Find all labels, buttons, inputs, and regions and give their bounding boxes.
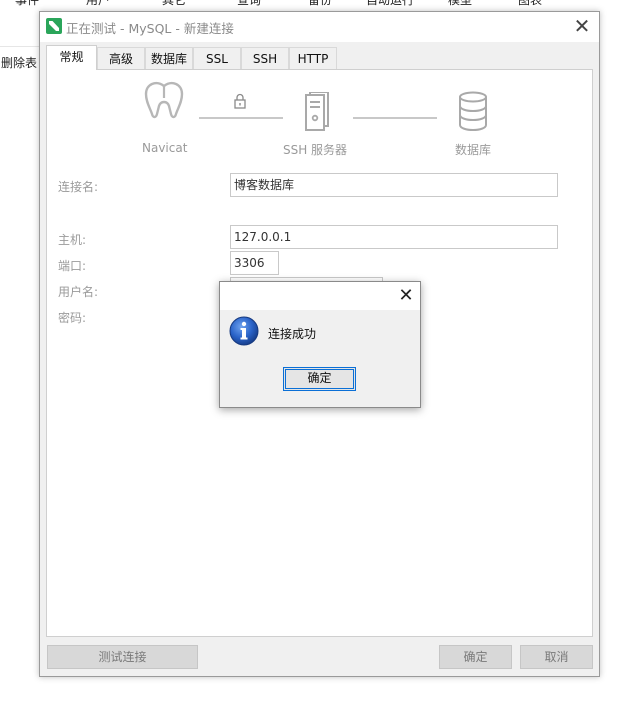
delete-table-button[interactable]: 删除表	[1, 54, 37, 71]
host-input[interactable]: 127.0.0.1	[230, 225, 558, 249]
server-icon	[305, 92, 329, 131]
ssh-server-label: SSH 服务器	[282, 143, 348, 157]
navicat-logo-icon	[144, 82, 184, 119]
tab-advanced[interactable]: 高级	[97, 47, 145, 69]
dialog-close-button[interactable]: ✕	[395, 284, 417, 308]
menu-item-events[interactable]: 事件	[15, 0, 39, 8]
menu-item-automation[interactable]: 自动运行	[366, 0, 414, 8]
host-label: 主机:	[58, 233, 87, 247]
menu-item-backup[interactable]: 备份	[308, 0, 332, 8]
connection-line-right	[353, 117, 437, 119]
tab-ssh[interactable]: SSH	[241, 47, 289, 69]
tab-http[interactable]: HTTP	[289, 47, 337, 69]
menu-item-users[interactable]: 用户	[86, 0, 110, 8]
password-label: 密码:	[58, 311, 87, 325]
background-menubar: 事件 用户 其它 查询 备份 自动运行 模型 图表	[0, 0, 644, 10]
window-title: 正在测试 - MySQL - 新建连接	[66, 21, 234, 36]
username-label: 用户名:	[58, 285, 99, 299]
cancel-button[interactable]: 取消	[520, 645, 593, 669]
tab-database[interactable]: 数据库	[145, 47, 193, 69]
database-label: 数据库	[454, 143, 491, 157]
menu-item-model[interactable]: 模型	[448, 0, 472, 8]
tab-ssl[interactable]: SSL	[193, 47, 241, 69]
menu-item-query[interactable]: 查询	[237, 0, 261, 8]
menu-item-others[interactable]: 其它	[162, 0, 186, 8]
navicat-app-icon	[46, 18, 62, 34]
dialog-message: 连接成功	[268, 327, 317, 341]
database-icon	[459, 91, 487, 131]
background-divider	[0, 46, 40, 47]
connection-name-label: 连接名:	[58, 180, 99, 194]
port-label: 端口:	[58, 259, 87, 273]
dialog-titlebar[interactable]: ✕	[220, 282, 420, 310]
window-close-button[interactable]: ✕	[570, 14, 594, 38]
navicat-label: Navicat	[142, 141, 188, 155]
connection-name-input[interactable]: 博客数据库	[230, 173, 558, 197]
ok-button[interactable]: 确定	[439, 645, 512, 669]
window-titlebar[interactable]: 正在测试 - MySQL - 新建连接 ✕	[40, 12, 599, 42]
dialog-ok-button[interactable]: 确定	[283, 367, 356, 391]
connection-success-dialog: ✕ 连接成功 确定	[219, 281, 421, 408]
tab-general[interactable]: 常规	[46, 45, 97, 70]
menu-item-chart[interactable]: 图表	[518, 0, 542, 8]
info-icon	[229, 316, 259, 346]
connection-line-left	[199, 117, 283, 119]
port-input[interactable]: 3306	[230, 251, 279, 275]
test-connection-button[interactable]: 测试连接	[47, 645, 198, 669]
lock-icon	[234, 93, 246, 109]
